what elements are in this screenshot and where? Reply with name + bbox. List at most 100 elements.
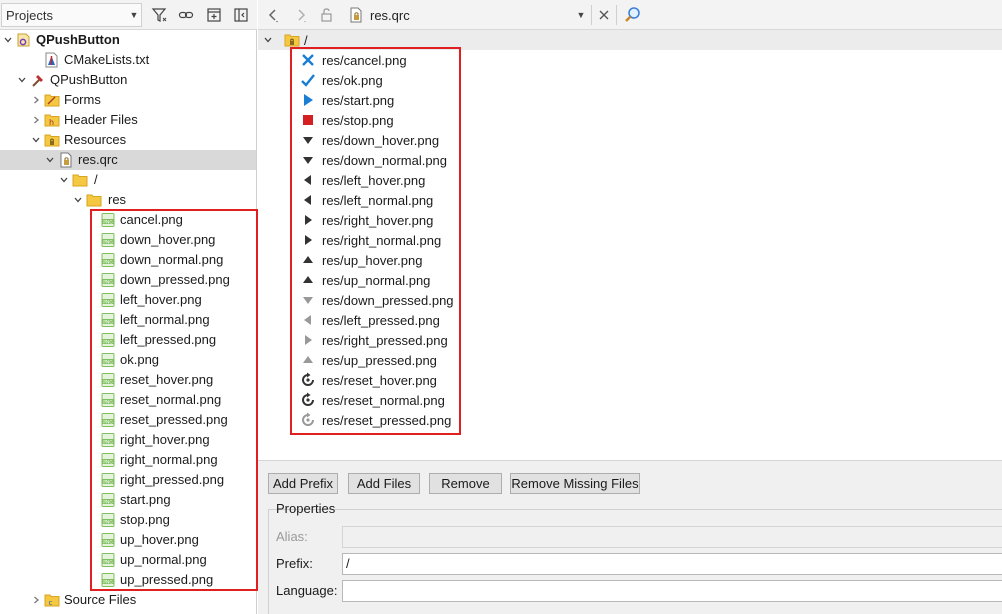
tree-file-item[interactable]: PNG right_normal.png: [86, 450, 218, 470]
resource-entry[interactable]: res/cancel.png: [300, 50, 407, 70]
tree-resources[interactable]: Resources: [30, 130, 126, 150]
tree-file-item[interactable]: PNG down_hover.png: [86, 230, 215, 250]
resource-entry[interactable]: res/right_hover.png: [300, 210, 433, 230]
tree-target-label: QPushButton: [50, 72, 128, 87]
chevron-right-icon[interactable]: [30, 90, 42, 110]
resource-entry[interactable]: res/start.png: [300, 90, 394, 110]
resource-entry[interactable]: res/reset_hover.png: [300, 370, 437, 390]
tree-header-files[interactable]: h Header Files: [30, 110, 138, 130]
prefix-field[interactable]: /: [342, 553, 1002, 575]
build-target-icon: [30, 72, 46, 88]
resource-entry[interactable]: res/reset_pressed.png: [300, 410, 451, 430]
chevron-down-icon: ▼: [129, 10, 139, 20]
chevron-right-icon[interactable]: [30, 590, 42, 610]
tree-file-item[interactable]: PNG cancel.png: [86, 210, 183, 230]
tree-res-qrc[interactable]: res.qrc: [0, 150, 256, 170]
resource-entry[interactable]: res/down_pressed.png: [300, 290, 454, 310]
tree-source-files[interactable]: c Source Files: [30, 590, 136, 610]
tree-cmakelists[interactable]: CMakeLists.txt: [30, 50, 149, 70]
editor-toolbar: res.qrc ▼: [258, 0, 1002, 30]
alias-field: [342, 526, 1002, 548]
chevron-down-icon[interactable]: [58, 170, 70, 190]
tree-project-label: QPushButton: [36, 32, 120, 47]
resource-entry[interactable]: res/down_hover.png: [300, 130, 439, 150]
chevron-down-icon[interactable]: [44, 150, 56, 170]
resource-entry[interactable]: res/up_normal.png: [300, 270, 430, 290]
tree-file-item[interactable]: PNG start.png: [86, 490, 171, 510]
resource-entry[interactable]: res/left_pressed.png: [300, 310, 440, 330]
resource-entry[interactable]: res/up_hover.png: [300, 250, 422, 270]
projects-view-combo[interactable]: Projects ▼: [1, 3, 142, 27]
resource-entry-label: res/right_hover.png: [322, 212, 434, 228]
project-tree[interactable]: QPushButton CMakeLists.txt QPushButton Form…: [0, 30, 256, 614]
tree-project[interactable]: QPushButton: [2, 30, 120, 50]
prefix-field-label: Prefix:: [276, 556, 313, 571]
chevron-down-icon: [262, 30, 274, 50]
chevron-down-icon[interactable]: [2, 30, 14, 50]
close-sidebar-icon[interactable]: [231, 5, 251, 25]
tree-res-folder[interactable]: res: [72, 190, 126, 210]
resource-entry[interactable]: res/left_hover.png: [300, 170, 425, 190]
chevron-down-icon[interactable]: [30, 130, 42, 150]
close-document-icon[interactable]: [593, 5, 615, 25]
png-file-icon: PNG: [100, 512, 116, 528]
png-file-icon: PNG: [100, 432, 116, 448]
tree-prefix[interactable]: /: [58, 170, 98, 190]
tree-file-item-label: left_pressed.png: [120, 332, 217, 347]
tree-file-item[interactable]: PNG left_hover.png: [86, 290, 202, 310]
resource-entry[interactable]: res/stop.png: [300, 110, 394, 130]
tree-file-item[interactable]: PNG right_hover.png: [86, 430, 210, 450]
tree-file-item[interactable]: PNG ok.png: [86, 350, 159, 370]
resource-entry[interactable]: res/reset_normal.png: [300, 390, 445, 410]
tree-target[interactable]: QPushButton: [16, 70, 127, 90]
tree-file-item[interactable]: PNG reset_hover.png: [86, 370, 213, 390]
tree-cmakelists-label: CMakeLists.txt: [64, 52, 150, 67]
resource-list[interactable]: / res/cancel.png res/ok.png res/start.png r…: [258, 30, 1002, 460]
open-documents-combo[interactable]: res.qrc ▼: [346, 5, 588, 25]
forward-icon[interactable]: [290, 5, 312, 25]
resource-entry[interactable]: res/up_pressed.png: [300, 350, 437, 370]
tree-forms[interactable]: Forms: [30, 90, 101, 110]
tree-file-item[interactable]: PNG up_pressed.png: [86, 570, 213, 590]
tree-file-item[interactable]: PNG stop.png: [86, 510, 170, 530]
svg-text:PNG: PNG: [103, 539, 113, 545]
resource-entry[interactable]: res/ok.png: [300, 70, 383, 90]
png-file-icon: PNG: [100, 292, 116, 308]
chevron-down-icon[interactable]: [72, 190, 84, 210]
add-prefix-button[interactable]: Add Prefix: [268, 473, 338, 494]
lock-open-icon[interactable]: [316, 5, 338, 25]
resource-entry[interactable]: res/left_normal.png: [300, 190, 433, 210]
tree-file-item[interactable]: PNG up_hover.png: [86, 530, 199, 550]
tree-file-item[interactable]: PNG right_pressed.png: [86, 470, 224, 490]
tree-file-item[interactable]: PNG down_normal.png: [86, 250, 223, 270]
remove-missing-files-button[interactable]: Remove Missing Files: [510, 473, 640, 494]
back-icon[interactable]: [262, 5, 284, 25]
tree-file-item[interactable]: PNG reset_pressed.png: [86, 410, 228, 430]
remove-button[interactable]: Remove: [429, 473, 502, 494]
resource-entry[interactable]: res/right_normal.png: [300, 230, 441, 250]
chevron-down-icon[interactable]: [16, 70, 28, 90]
tree-file-item[interactable]: PNG down_pressed.png: [86, 270, 230, 290]
tree-file-item[interactable]: PNG up_normal.png: [86, 550, 207, 570]
tree-file-item[interactable]: PNG left_pressed.png: [86, 330, 216, 350]
tree-res-qrc-label: res.qrc: [78, 152, 118, 167]
search-icon[interactable]: [622, 5, 644, 25]
chevron-right-icon[interactable]: [30, 110, 42, 130]
add-files-button[interactable]: Add Files: [348, 473, 420, 494]
svg-text:PNG: PNG: [103, 319, 113, 325]
prefix-node[interactable]: /: [258, 30, 1002, 50]
tree-file-item[interactable]: PNG left_normal.png: [86, 310, 210, 330]
filter-icon[interactable]: [149, 5, 169, 25]
resource-entry-label: res/up_pressed.png: [322, 352, 437, 368]
png-file-icon: PNG: [100, 232, 116, 248]
resource-entry[interactable]: res/right_pressed.png: [300, 330, 448, 350]
add-split-icon[interactable]: [204, 5, 224, 25]
language-field[interactable]: [342, 580, 1002, 602]
resource-entry[interactable]: res/down_normal.png: [300, 150, 447, 170]
link-icon[interactable]: [176, 5, 196, 25]
tree-file-item[interactable]: PNG reset_normal.png: [86, 390, 221, 410]
